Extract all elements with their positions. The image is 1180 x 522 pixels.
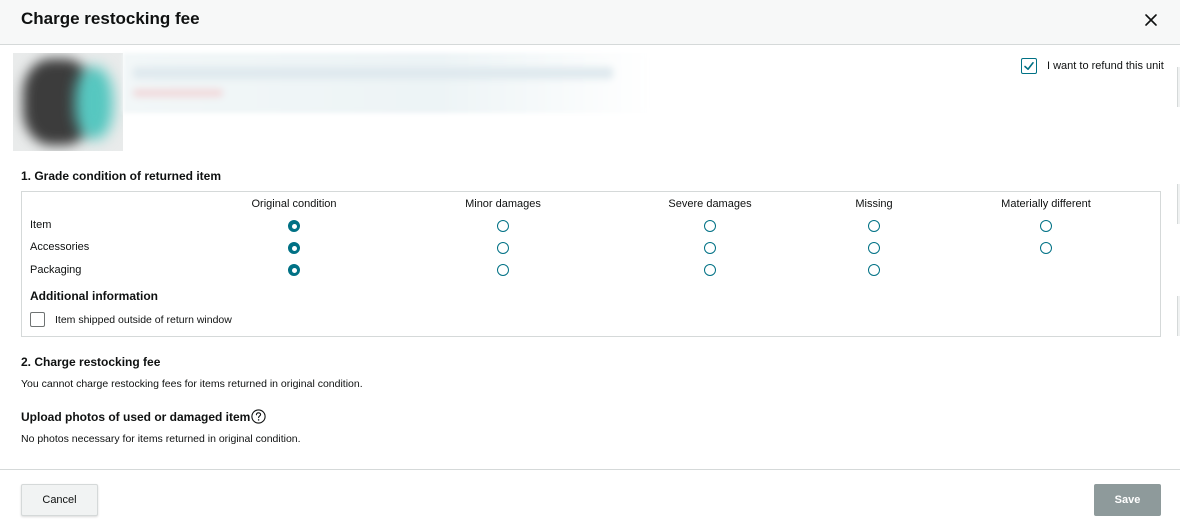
packaging-severe-damages-radio[interactable] [704, 264, 716, 276]
cancel-button[interactable]: Cancel [21, 484, 98, 516]
accessories-missing-radio[interactable] [868, 242, 880, 254]
refund-unit-toggle[interactable]: I want to refund this unit [1021, 58, 1164, 74]
item-materially-different-radio[interactable] [1040, 220, 1052, 232]
restocking-fee-note: You cannot charge restocking fees for it… [21, 378, 363, 390]
column-header-materially-different: Materially different [1001, 198, 1091, 210]
grade-condition-heading: 1. Grade condition of returned item [21, 169, 222, 183]
column-header-minor-damages: Minor damages [465, 198, 541, 210]
refund-unit-label: I want to refund this unit [1047, 60, 1164, 72]
packaging-original-condition-radio[interactable] [288, 264, 300, 276]
dialog-header: Charge restocking fee [0, 0, 1180, 45]
restocking-fee-heading: 2. Charge restocking fee [21, 355, 161, 369]
product-details-blurred [123, 53, 650, 113]
column-header-original-condition: Original condition [251, 198, 337, 210]
row-label-item: Item [30, 219, 52, 231]
close-icon[interactable] [1141, 10, 1161, 30]
accessories-materially-different-radio[interactable] [1040, 242, 1052, 254]
packaging-minor-damages-radio[interactable] [497, 264, 509, 276]
packaging-missing-radio[interactable] [868, 264, 880, 276]
item-original-condition-radio[interactable] [288, 220, 300, 232]
accessories-original-condition-radio[interactable] [288, 242, 300, 254]
row-label-packaging: Packaging [30, 264, 82, 276]
shipped-outside-window-label: Item shipped outside of return window [55, 313, 232, 326]
accessories-severe-damages-radio[interactable] [704, 242, 716, 254]
shipped-outside-window-toggle[interactable]: Item shipped outside of return window [30, 312, 232, 327]
item-severe-damages-radio[interactable] [704, 220, 716, 232]
accessories-minor-damages-radio[interactable] [497, 242, 509, 254]
refund-unit-checkbox[interactable] [1021, 58, 1037, 74]
question-circle-icon[interactable] [251, 409, 266, 424]
column-header-missing: Missing [855, 198, 893, 210]
upload-photos-note: No photos necessary for items returned i… [21, 433, 301, 445]
upload-photos-heading: Upload photos of used or damaged item [21, 410, 251, 424]
dialog-footer: Cancel Save [0, 469, 1180, 522]
additional-information-heading: Additional information [30, 289, 158, 303]
item-minor-damages-radio[interactable] [497, 220, 509, 232]
item-missing-radio[interactable] [868, 220, 880, 232]
product-image [13, 53, 123, 151]
row-label-accessories: Accessories [30, 241, 90, 253]
column-header-severe-damages: Severe damages [668, 198, 752, 210]
checkmark-icon [1024, 62, 1034, 70]
shipped-outside-window-checkbox[interactable] [30, 312, 45, 327]
dialog-title: Charge restocking fee [21, 9, 200, 28]
save-button[interactable]: Save [1094, 484, 1161, 516]
grade-condition-table: Original condition Minor damages Severe … [21, 191, 1161, 337]
